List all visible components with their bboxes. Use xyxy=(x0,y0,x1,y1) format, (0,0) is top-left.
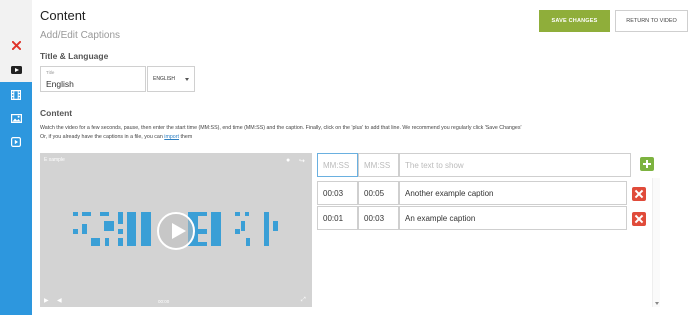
end-time-input[interactable]: MM:SS xyxy=(358,153,399,177)
fullscreen-icon[interactable]: ⤢ xyxy=(301,297,306,304)
instructions-prefix: Or, if you already have the captions in … xyxy=(40,134,165,140)
caption-text-input[interactable]: The text to show xyxy=(399,153,631,177)
language-select[interactable]: ENGLISH xyxy=(147,66,195,92)
delete-caption-button[interactable] xyxy=(632,212,646,226)
title-field-label: Title xyxy=(46,70,55,75)
page-subtitle: Add/Edit Captions xyxy=(40,30,121,41)
caption-start-time[interactable]: 00:01 xyxy=(317,206,358,230)
caption-text[interactable]: Another example caption xyxy=(399,181,627,205)
delete-caption-button[interactable] xyxy=(632,187,646,201)
instructions-suffix: them xyxy=(178,134,193,140)
page-title: Content xyxy=(40,8,86,23)
volume-icon[interactable]: ◀ xyxy=(57,297,62,304)
caption-end-time[interactable]: 00:03 xyxy=(358,206,399,230)
title-field-value: English xyxy=(46,79,74,89)
caption-end-time[interactable]: 00:05 xyxy=(358,181,399,205)
import-link[interactable]: import xyxy=(164,134,179,140)
add-caption-button[interactable] xyxy=(640,157,654,171)
chevron-down-icon xyxy=(185,78,189,81)
content-heading: Content xyxy=(40,108,73,118)
video-time: 00:00 xyxy=(158,299,170,304)
title-field[interactable]: Title English xyxy=(40,66,146,92)
instructions-line-1: Watch the video for a few seconds, pause… xyxy=(40,125,522,131)
caption-text[interactable]: An example caption xyxy=(399,206,627,230)
save-changes-button[interactable]: Save Changes xyxy=(539,10,610,32)
play-button[interactable] xyxy=(157,212,195,250)
language-select-value: ENGLISH xyxy=(153,76,175,82)
caption-start-time[interactable]: 00:03 xyxy=(317,181,358,205)
caption-list-scrollbar[interactable] xyxy=(652,178,660,307)
close-icon[interactable] xyxy=(0,34,32,56)
film-icon[interactable] xyxy=(0,84,32,106)
title-language-heading: Title & Language xyxy=(40,51,109,61)
video-play-icon[interactable] xyxy=(0,59,32,81)
play-icon[interactable]: ▶ xyxy=(44,297,49,304)
sidebar-nav xyxy=(0,0,32,315)
caption-editor-page: Content Add/Edit Captions Save Changes R… xyxy=(0,0,700,315)
instructions-line-2: Or, if you already have the captions in … xyxy=(40,133,690,142)
scroll-down-icon[interactable] xyxy=(655,302,659,305)
play-square-icon[interactable] xyxy=(0,131,32,153)
instructions-text: Watch the video for a few seconds, pause… xyxy=(40,124,690,142)
return-to-video-button[interactable]: Return to video xyxy=(615,10,688,32)
image-icon[interactable] xyxy=(0,107,32,129)
start-time-input[interactable]: MM:SS xyxy=(317,153,358,177)
